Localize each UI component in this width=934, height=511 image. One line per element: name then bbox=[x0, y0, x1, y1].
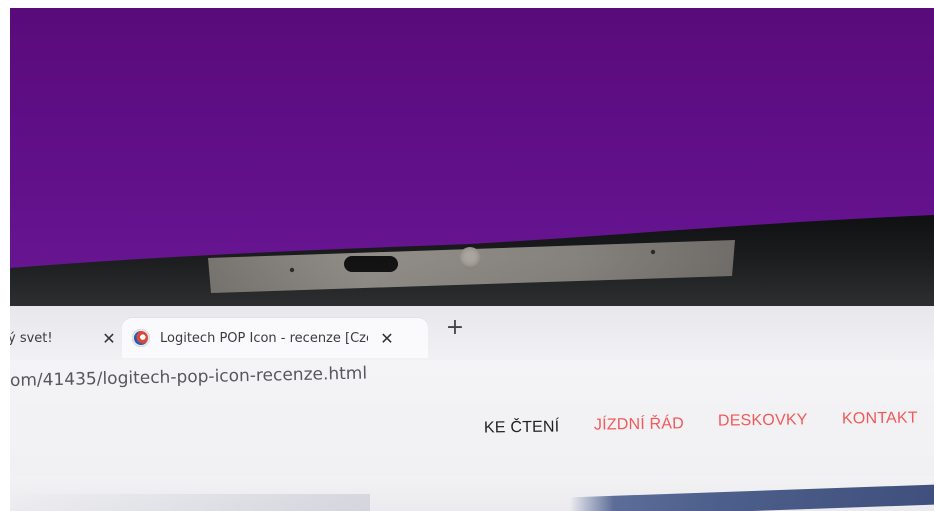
address-text: om/41435/logitech-pop-icon-recenze.html bbox=[10, 363, 368, 391]
photo-frame: ý svet! ✕ Logitech POP Icon - recenze [C… bbox=[10, 8, 934, 511]
browser-window: ý svet! ✕ Logitech POP Icon - recenze [C… bbox=[10, 306, 934, 511]
address-bar[interactable]: om/41435/logitech-pop-icon-recenze.html bbox=[10, 360, 934, 402]
site-navigation: KE ČTENÍ JÍZDNÍ ŘÁD DESKOVKY KONTAKT bbox=[10, 402, 934, 454]
favicon-icon bbox=[132, 329, 150, 347]
tab-title-active: Logitech POP Icon - recenze [Cze bbox=[160, 330, 368, 346]
plus-icon[interactable]: + bbox=[442, 314, 468, 340]
close-icon[interactable]: ✕ bbox=[100, 329, 118, 348]
nav-item-ke-cteni[interactable]: KE ČTENÍ bbox=[484, 418, 560, 437]
nav-item-deskovky[interactable]: DESKOVKY bbox=[718, 411, 808, 430]
nav-item-kontakt[interactable]: KONTAKT bbox=[842, 409, 918, 428]
tab-active[interactable]: Logitech POP Icon - recenze [Cze ✕ bbox=[122, 318, 428, 358]
monitor-top bbox=[10, 8, 934, 318]
nav-item-jizdni-rad[interactable]: JÍZDNÍ ŘÁD bbox=[594, 415, 684, 434]
photo-scene: ý svet! ✕ Logitech POP Icon - recenze [C… bbox=[0, 0, 934, 511]
page-gradient-left bbox=[10, 494, 370, 511]
sensor-dot-right bbox=[650, 249, 656, 255]
close-icon[interactable]: ✕ bbox=[378, 329, 396, 348]
tab-inactive[interactable]: ý svet! ✕ bbox=[10, 318, 128, 358]
tab-strip: ý svet! ✕ Logitech POP Icon - recenze [C… bbox=[10, 306, 934, 360]
tab-title-inactive: ý svet! bbox=[10, 330, 53, 346]
